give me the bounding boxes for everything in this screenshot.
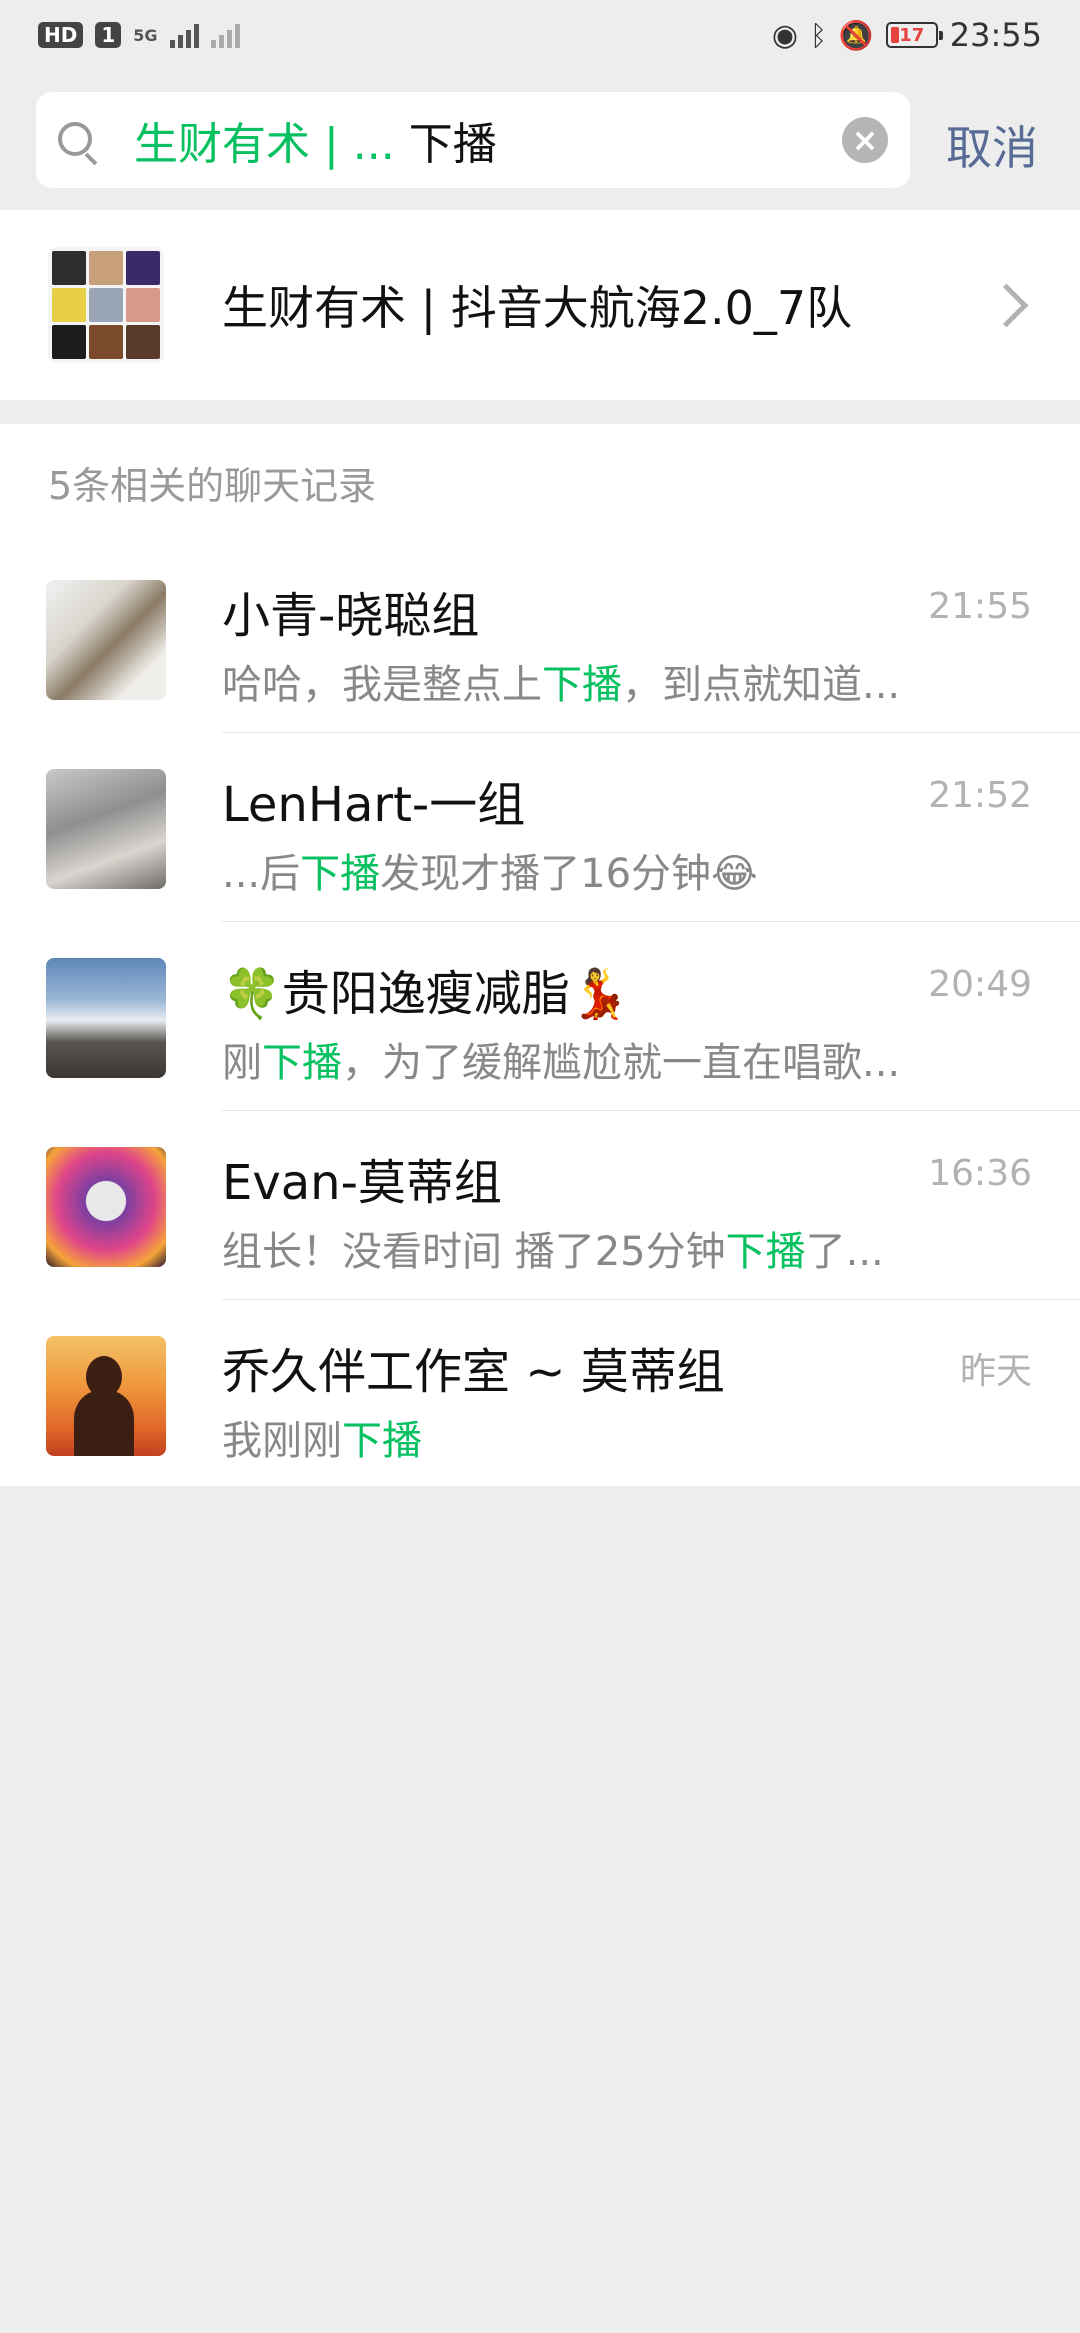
group-name: 生财有术 | 抖音大航海2.0_7队 [222,281,853,335]
chat-time: 昨天 [959,1351,1032,1392]
chat-name: Evan-莫蒂组 [222,1155,502,1211]
chat-time: 20:49 [928,964,1032,1005]
group-member-avatar [89,325,123,359]
avatar [46,769,166,889]
group-member-avatar [52,251,86,285]
group-avatar [48,247,164,363]
network-type: 5G [133,25,158,45]
status-right: ◉ ᛒ 🔕 17 23:55 [772,16,1042,54]
chat-result-item[interactable]: 🍀贵阳逸瘦减脂💃 20:49 刚下播，为了缓解尴尬就一直在唱歌... [0,922,1080,1111]
chat-message: 刚下播，为了缓解尴尬就一直在唱歌... [222,1040,901,1086]
bluetooth-icon: ᛒ [810,18,827,52]
group-chat-card[interactable]: 生财有术 | 抖音大航海2.0_7队 [0,210,1080,400]
signal-secondary-icon [210,22,240,48]
keyword-highlight: 下播 [542,662,622,708]
avatar [46,1147,166,1267]
mute-icon: 🔕 [838,18,874,52]
eye-icon: ◉ [771,17,799,53]
group-member-avatar [52,325,86,359]
keyword-highlight: 下播 [262,1040,342,1086]
search-bar[interactable]: 生财有术 | ... 下播 × [36,92,910,188]
avatar [46,958,166,1078]
chat-message: 组长！没看时间 播了25分钟下播了... [222,1229,884,1275]
search-query-keyword: 下播 [394,119,497,170]
group-member-avatar [89,288,123,322]
chat-results-list: 5条相关的聊天记录 小青-晓聪组 21:55 哈哈，我是整点上下播，到点就知道.… [0,424,1080,1486]
group-member-avatar [89,251,123,285]
group-member-avatar [126,288,160,322]
chat-time: 21:55 [928,586,1032,627]
clock: 23:55 [949,16,1042,54]
avatar [46,1336,166,1456]
keyword-highlight: 下播 [342,1418,422,1464]
search-query-tag: 生财有术 | ... [134,119,395,170]
battery-level: 17 [899,24,925,46]
chat-name: 小青-晓聪组 [222,588,480,644]
results-header: 5条相关的聊天记录 [48,464,377,508]
group-member-avatar [52,288,86,322]
chat-result-item[interactable]: Evan-莫蒂组 16:36 组长！没看时间 播了25分钟下播了... [0,1111,1080,1300]
avatar [46,580,166,700]
chat-message: 哈哈，我是整点上下播，到点就知道... [222,662,901,708]
keyword-highlight: 下播 [300,851,381,897]
status-bar: HD 1 5G ◉ ᛒ 🔕 17 23:55 [0,0,1080,70]
hd-indicator: HD [38,22,84,48]
search-icon [58,122,94,158]
chat-message: ...后下播发现才播了16分钟😂 [222,851,758,897]
chevron-right-icon [984,283,1029,327]
keyword-highlight: 下播 [725,1229,806,1275]
sim-indicator: 1 [95,22,122,48]
group-member-avatar [126,251,160,285]
group-member-avatar [126,325,160,359]
chat-result-item[interactable]: 小青-晓聪组 21:55 哈哈，我是整点上下播，到点就知道... [0,544,1080,733]
status-left: HD 1 5G [38,22,240,48]
search-input[interactable]: 生财有术 | ... 下播 [134,108,842,172]
cancel-button[interactable]: 取消 [946,112,1038,178]
chat-time: 21:52 [928,775,1032,816]
chat-name: LenHart-一组 [222,777,526,833]
signal-strength-icon [169,22,199,48]
battery-icon: 17 [885,22,943,48]
chat-result-item[interactable]: 乔久伴工作室 ~ 莫蒂组 昨天 我刚刚下播 [0,1300,1080,1489]
chat-result-item[interactable]: LenHart-一组 21:52 ...后下播发现才播了16分钟😂 [0,733,1080,922]
chat-name: 🍀贵阳逸瘦减脂💃 [222,966,630,1022]
chat-time: 16:36 [928,1153,1032,1194]
chat-message: 我刚刚下播 [222,1418,422,1464]
clear-icon[interactable]: × [842,117,888,163]
chat-name: 乔久伴工作室 ~ 莫蒂组 [222,1344,725,1400]
